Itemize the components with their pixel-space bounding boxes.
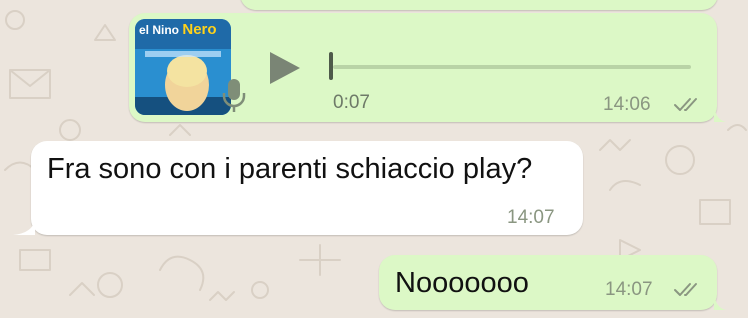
cover-title-small: el Nino <box>139 23 180 37</box>
voice-progress-thumb[interactable] <box>329 52 333 80</box>
play-icon[interactable] <box>267 51 301 85</box>
message-time: 14:07 <box>507 207 555 228</box>
voice-cover-image[interactable]: el Nino Nero <box>135 19 231 115</box>
message-text: Nooooooo <box>395 267 529 299</box>
double-check-icon <box>674 98 697 111</box>
message-time: 14:06 <box>603 94 651 115</box>
voice-message-bubble: el Nino Nero 0:07 14:06 <box>129 13 726 122</box>
bubble-tail <box>714 294 726 310</box>
incoming-message-bubble: Fra sono con i parenti schiaccio play? 1… <box>13 141 583 235</box>
previous-message-bubble <box>240 0 718 10</box>
bubble-tail <box>714 106 726 122</box>
message-time: 14:07 <box>605 279 653 300</box>
voice-progress-track[interactable] <box>333 65 691 69</box>
bubble-tail <box>13 219 35 235</box>
microphone-icon <box>222 79 246 112</box>
voice-duration: 0:07 <box>333 92 370 113</box>
message-text: Fra sono con i parenti schiaccio play? <box>47 153 533 185</box>
cover-title-big: Nero <box>182 21 217 38</box>
outgoing-message-bubble: Nooooooo 14:07 <box>379 255 726 310</box>
double-check-icon <box>674 283 697 296</box>
